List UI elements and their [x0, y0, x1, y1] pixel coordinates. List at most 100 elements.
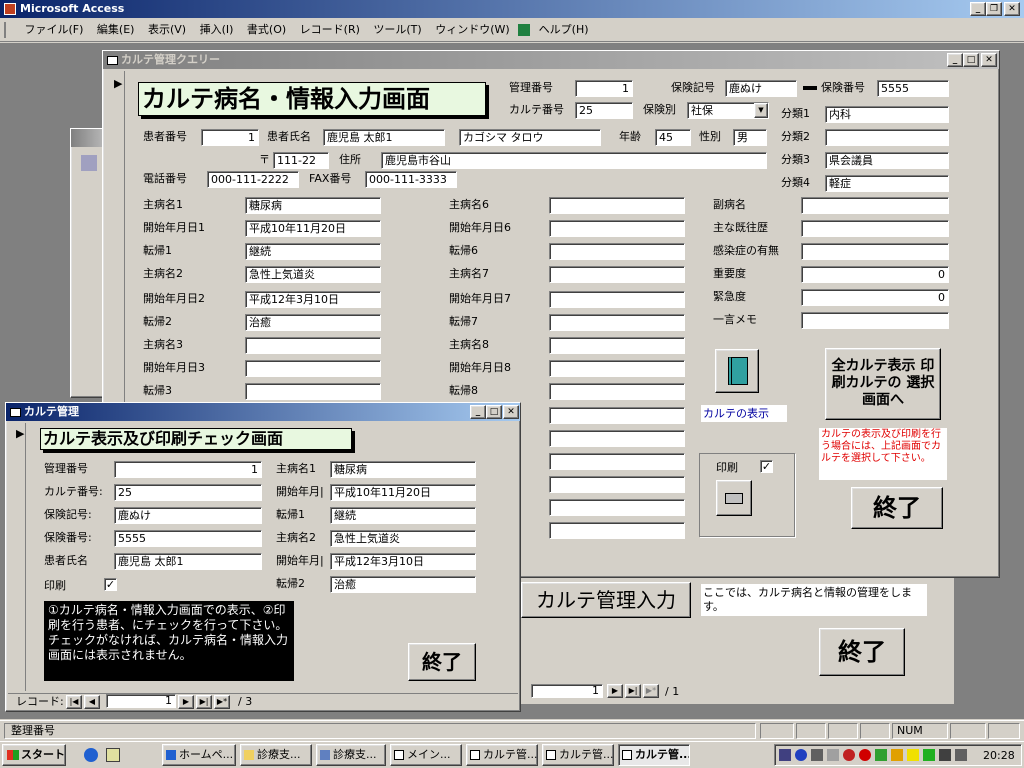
subform-maximize[interactable]: □ [486, 405, 502, 419]
col1-field[interactable]: 治癒 [245, 314, 381, 331]
col3-field[interactable] [801, 220, 949, 237]
col2-field[interactable] [549, 197, 685, 214]
nenrei-field[interactable]: 45 [655, 129, 691, 146]
kanri-field[interactable]: 1 [575, 80, 633, 97]
col3-field[interactable]: 0 [801, 266, 949, 283]
prev-record-button[interactable]: ◀ [84, 695, 100, 709]
menu-help[interactable]: ヘルプ(H) [534, 20, 594, 40]
main-form-minimize[interactable]: _ [947, 53, 963, 67]
col2-field[interactable] [549, 243, 685, 260]
taskbar-item[interactable]: 診療支... [316, 744, 386, 766]
kanja-name-field[interactable]: 鹿児島 太郎1 [323, 129, 445, 146]
menu-records[interactable]: レコード(R) [295, 20, 365, 40]
sub-kanri-field[interactable]: 1 [114, 461, 262, 478]
sub-right-field[interactable]: 継続 [330, 507, 476, 524]
subform-record-number[interactable]: 1 [106, 694, 176, 708]
quicklaunch-desktop-icon[interactable] [106, 748, 120, 762]
subform-minimize[interactable]: _ [470, 405, 486, 419]
last-record-button[interactable]: ▶| [196, 695, 212, 709]
tray-icon[interactable] [939, 749, 951, 761]
new-record-button[interactable]: ▶* [214, 695, 230, 709]
menu-edit[interactable]: 編集(E) [92, 20, 140, 40]
tray-icon[interactable] [891, 749, 903, 761]
col2-field[interactable] [549, 291, 685, 308]
background-form[interactable]: カルテ管理入力 ここでは、カルテ病名と情報の管理をします。 終了 1 ▶ ▶| … [510, 575, 955, 705]
main-form-close[interactable]: ✕ [981, 53, 997, 67]
col2-field[interactable] [549, 337, 685, 354]
tray-icon[interactable] [923, 749, 935, 761]
minimize-button[interactable]: _ [970, 2, 986, 16]
bunrui2-field[interactable] [825, 129, 949, 146]
hoken-betsu-select[interactable]: 社保 ▼ [687, 102, 769, 119]
bunrui4-field[interactable]: 軽症 [825, 175, 949, 192]
menu-file[interactable]: ファイル(F) [20, 20, 89, 40]
col2-extra-field[interactable] [549, 453, 685, 470]
menu-tools[interactable]: ツール(T) [368, 20, 426, 40]
sub-left-field[interactable]: 25 [114, 484, 262, 501]
col2-field[interactable] [549, 220, 685, 237]
taskbar-item[interactable]: ホームペ... [162, 744, 236, 766]
sub-right-field[interactable]: 治癒 [330, 576, 476, 593]
hoken-kigo-field[interactable]: 鹿ぬけ [725, 80, 797, 97]
tray-icon[interactable] [811, 749, 823, 761]
col2-field[interactable] [549, 360, 685, 377]
taskbar-item-active[interactable]: カルテ管... [618, 744, 690, 766]
col1-field[interactable]: 糖尿病 [245, 197, 381, 214]
col3-field[interactable]: 0 [801, 289, 949, 306]
postal-field[interactable]: 111-22 [273, 152, 329, 169]
karte-view-button[interactable] [715, 349, 759, 393]
seibetsu-field[interactable]: 男 [733, 129, 767, 146]
sub-right-field[interactable]: 糖尿病 [330, 461, 476, 478]
menu-window[interactable]: ウィンドウ(W) [430, 20, 514, 40]
subform-end-button[interactable]: 終了 [408, 643, 476, 681]
kanja-no-field[interactable]: 1 [201, 129, 259, 146]
kana-field[interactable]: カゴシマ タロウ [459, 129, 601, 146]
quicklaunch-ie-icon[interactable] [84, 748, 98, 762]
next-record-button[interactable]: ▶ [607, 684, 623, 698]
col1-field[interactable] [245, 337, 381, 354]
address-field[interactable]: 鹿児島市谷山 [381, 152, 767, 169]
db-window-icon[interactable] [518, 24, 531, 36]
col2-extra-field[interactable] [549, 476, 685, 493]
sub-right-field[interactable]: 平成12年3月10日 [330, 553, 476, 570]
tray-icon[interactable] [955, 749, 967, 761]
col2-field[interactable] [549, 314, 685, 331]
start-button[interactable]: スタート [2, 744, 66, 766]
sub-right-field[interactable]: 急性上気道炎 [330, 530, 476, 547]
bunrui3-field[interactable]: 県会議員 [825, 152, 949, 169]
dropdown-arrow-icon[interactable]: ▼ [754, 103, 768, 118]
subform-close[interactable]: ✕ [503, 405, 519, 419]
col2-extra-field[interactable] [549, 407, 685, 424]
sub-right-field[interactable]: 平成10年11月20日 [330, 484, 476, 501]
col1-field[interactable]: 平成12年3月10日 [245, 291, 381, 308]
close-button[interactable]: ✕ [1004, 2, 1020, 16]
tray-icon[interactable] [875, 749, 887, 761]
sub-left-field[interactable]: 5555 [114, 530, 262, 547]
sub-print-checkbox[interactable]: ✓ [104, 578, 117, 591]
tray-icon[interactable] [843, 749, 855, 761]
restore-button[interactable]: ❐ [986, 2, 1002, 16]
subform-window[interactable]: カルテ管理 _ □ ✕ ▶ カルテ表示及び印刷チェック画面 管理番号 1 カルテ… [5, 402, 521, 712]
col1-field[interactable] [245, 360, 381, 377]
col2-extra-field[interactable] [549, 499, 685, 516]
taskbar-item[interactable]: カルテ管... [542, 744, 614, 766]
print-button[interactable] [716, 480, 752, 516]
tel-field[interactable]: 000-111-2222 [207, 171, 299, 188]
fax-field[interactable]: 000-111-3333 [365, 171, 457, 188]
tray-icon[interactable] [907, 749, 919, 761]
next-record-button[interactable]: ▶ [178, 695, 194, 709]
karte-kanri-input-button[interactable]: カルテ管理入力 [521, 582, 691, 618]
col1-field[interactable] [245, 383, 381, 400]
new-record-button[interactable]: ▶* [643, 684, 659, 698]
first-record-button[interactable]: |◀ [66, 695, 82, 709]
col3-field[interactable] [801, 243, 949, 260]
taskbar-item[interactable]: カルテ管... [466, 744, 538, 766]
sub-left-field[interactable]: 鹿児島 太郎1 [114, 553, 262, 570]
last-record-button[interactable]: ▶| [625, 684, 641, 698]
taskbar-item[interactable]: メイン... [390, 744, 462, 766]
col3-field[interactable] [801, 312, 949, 329]
bunrui1-field[interactable]: 内科 [825, 106, 949, 123]
background-end-button[interactable]: 終了 [819, 628, 905, 676]
menu-view[interactable]: 表示(V) [143, 20, 191, 40]
all-karte-button[interactable]: 全カルテ表示 印刷カルテの 選択画面へ [825, 348, 941, 420]
